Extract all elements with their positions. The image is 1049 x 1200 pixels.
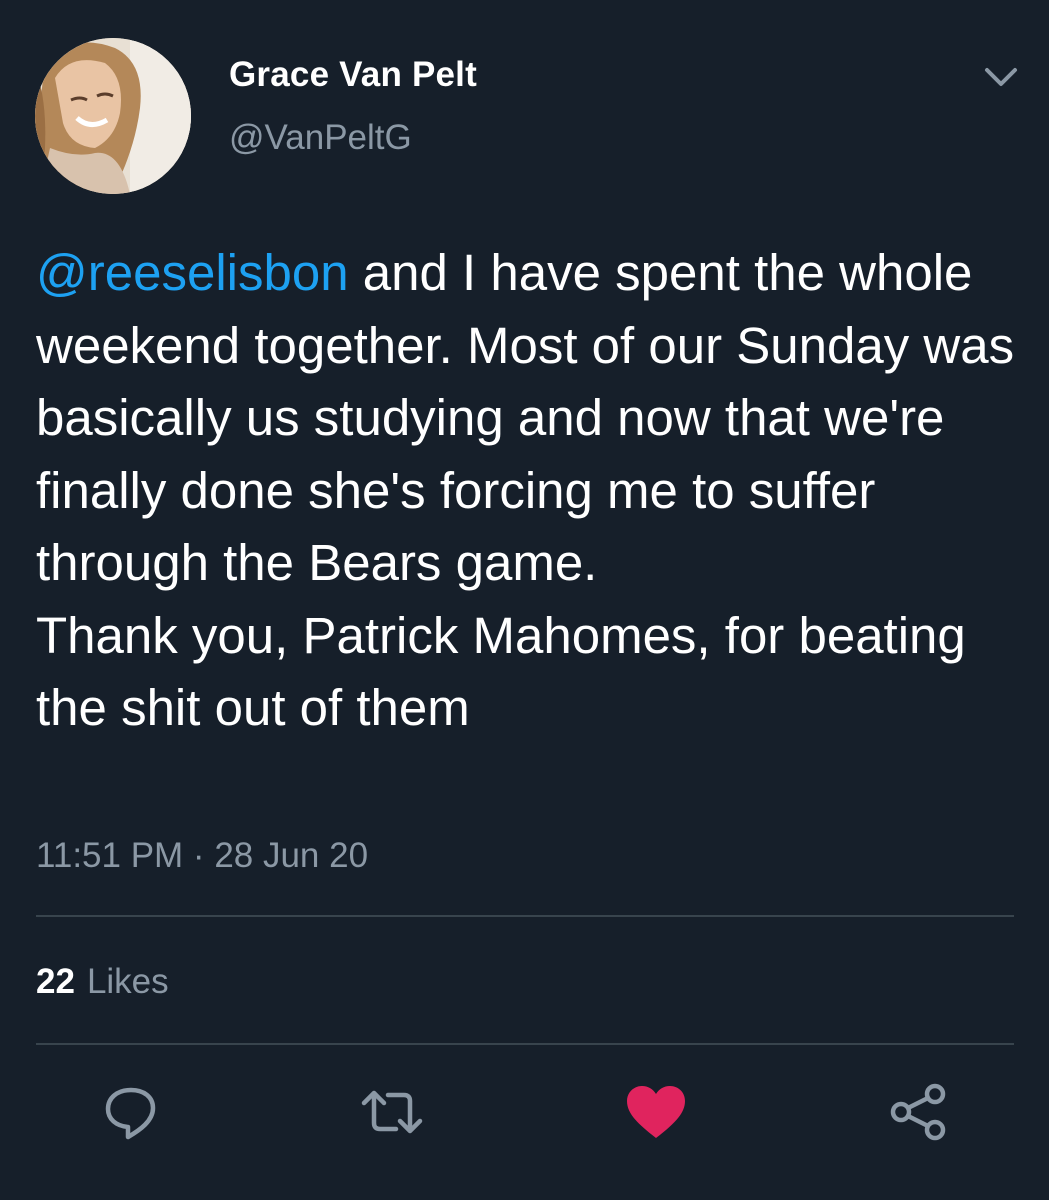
like-button[interactable]: [624, 1082, 688, 1146]
tweet-text-content: and I have spent the whole weekend toget…: [36, 244, 1015, 736]
mention-link[interactable]: @reeselisbon: [36, 244, 349, 301]
likes-count: 22: [36, 962, 75, 1001]
retweet-icon: [360, 1083, 424, 1146]
author-handle[interactable]: @VanPeltG: [229, 118, 412, 158]
reply-button[interactable]: [99, 1082, 163, 1146]
tweet-text: @reeselisbon and I have spent the whole …: [36, 237, 1026, 745]
tweet-timestamp[interactable]: 11:51 PM · 28 Jun 20: [36, 836, 368, 876]
share-button[interactable]: [886, 1082, 950, 1146]
likes-stat[interactable]: 22 Likes: [36, 962, 169, 1002]
chevron-down-icon[interactable]: [981, 60, 1021, 94]
reply-icon: [102, 1083, 160, 1146]
share-icon: [888, 1082, 948, 1147]
divider: [36, 1043, 1014, 1045]
avatar-photo: [35, 38, 191, 194]
tweet-detail: Grace Van Pelt @VanPeltG @reeselisbon an…: [0, 0, 1049, 1200]
divider: [36, 915, 1014, 917]
heart-icon: [625, 1084, 687, 1145]
avatar[interactable]: [35, 38, 191, 194]
retweet-button[interactable]: [360, 1082, 424, 1146]
likes-label: Likes: [86, 962, 169, 1001]
author-display-name[interactable]: Grace Van Pelt: [229, 55, 477, 95]
